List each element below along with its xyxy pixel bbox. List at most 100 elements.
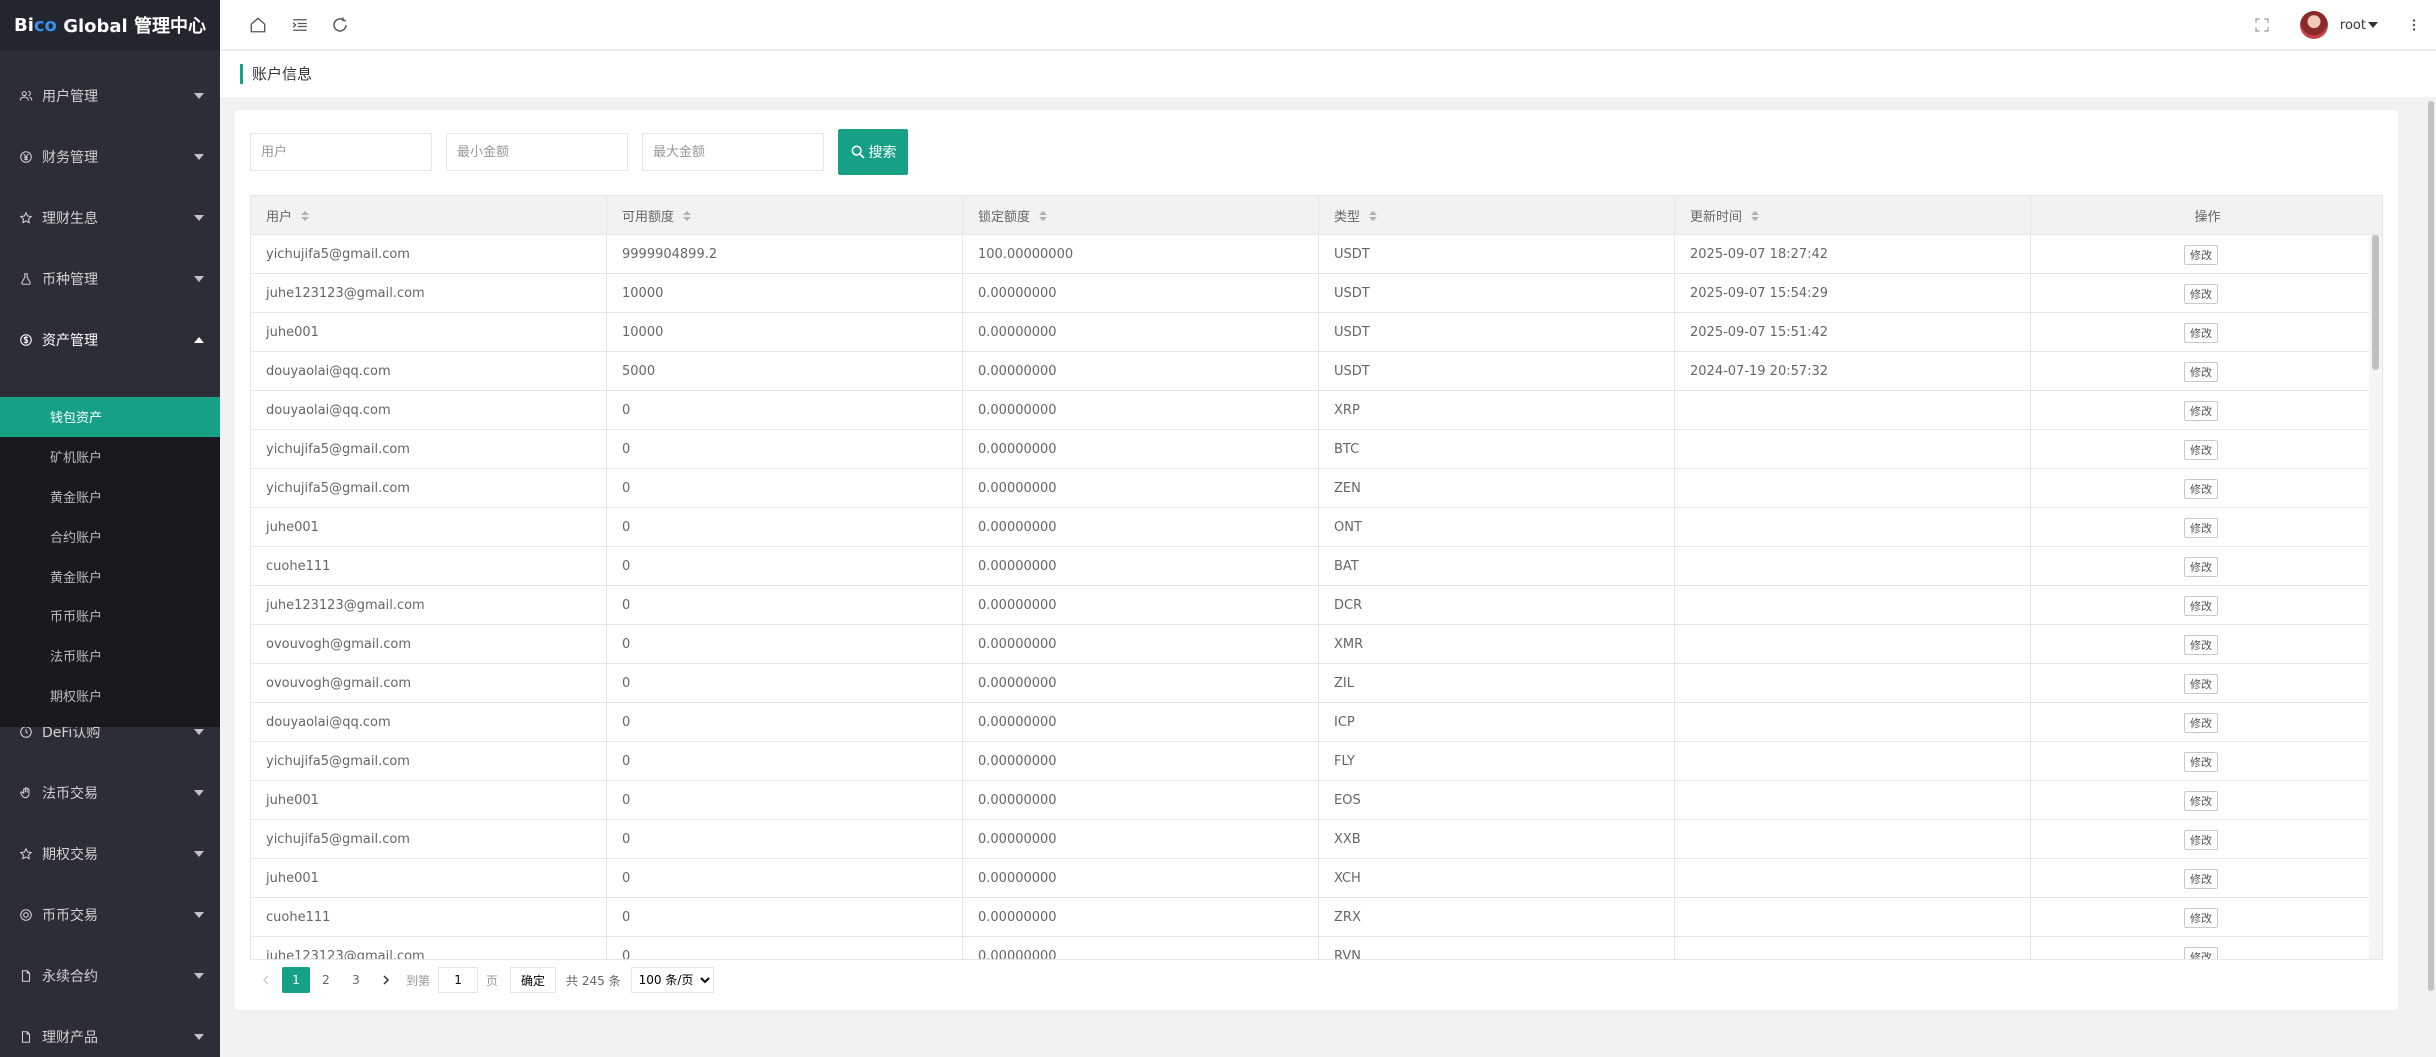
sidebar-group-5[interactable]: 资产管理 [0, 315, 220, 365]
cell-actions: 修改 [2031, 235, 2371, 274]
edit-button[interactable]: 修改 [2184, 868, 2218, 889]
edit-button[interactable]: 修改 [2184, 400, 2218, 421]
sidebar-subitem-5[interactable]: 币币账户 [0, 596, 220, 636]
caret-down-icon [194, 729, 204, 735]
sidebar-subitem-1[interactable]: 矿机账户 [0, 437, 220, 477]
sidebar-group-label: 币种管理 [42, 272, 98, 288]
column-header-0[interactable]: 用户 [251, 196, 607, 235]
content-card: 搜索 用户 可用额度 锁定额度 类型 更新时间 操作 yichujifa5@gmail.c… [235, 110, 2398, 1010]
edit-button[interactable]: 修改 [2184, 712, 2218, 733]
table-row: douyaolai@qq.com 0 0.00000000 XRP 修改 [251, 391, 2371, 430]
edit-button[interactable]: 修改 [2184, 907, 2218, 928]
sidebar-group-7[interactable]: 法币交易 [0, 768, 220, 818]
page-size-select[interactable]: 100 条/页 [630, 967, 714, 993]
page-scrollbar-thumb[interactable] [2428, 101, 2434, 991]
refresh-button[interactable] [328, 13, 352, 37]
edit-button[interactable]: 修改 [2184, 595, 2218, 616]
table-row: ovouvogh@gmail.com 0 0.00000000 ZIL 修改 [251, 664, 2371, 703]
sidebar-subitem-6[interactable]: 法币账户 [0, 636, 220, 676]
fullscreen-button[interactable] [2250, 13, 2274, 37]
sidebar-subitem-0[interactable]: 钱包资产 [0, 397, 220, 437]
prev-page-button[interactable] [252, 967, 280, 993]
page-title: 账户信息 [240, 64, 312, 84]
more-button[interactable] [2402, 13, 2426, 37]
sort-icon[interactable] [1039, 210, 1048, 221]
edit-button[interactable]: 修改 [2184, 790, 2218, 811]
edit-button[interactable]: 修改 [2184, 556, 2218, 577]
edit-button[interactable]: 修改 [2184, 751, 2218, 772]
cell-updated [1675, 508, 2031, 547]
cell-updated [1675, 430, 2031, 469]
next-page-button[interactable] [372, 967, 400, 993]
app-logo[interactable]: Bi co Global 管理中心 [0, 0, 220, 50]
sidebar-group-11[interactable]: 理财产品 [0, 1012, 220, 1057]
max-amount-input[interactable] [642, 133, 824, 171]
cell-user: juhe001 [251, 781, 607, 820]
edit-button[interactable]: 修改 [2184, 439, 2218, 460]
cell-user: juhe123123@gmail.com [251, 274, 607, 313]
sidebar-group-10[interactable]: 永续合约 [0, 951, 220, 1001]
cell-available: 0 [607, 664, 963, 703]
table-scrollbar[interactable] [2369, 235, 2382, 959]
logo-prefix: Bi [14, 14, 34, 36]
sidebar-subitem-4[interactable]: 黄金账户 [0, 556, 220, 596]
cell-updated [1675, 898, 2031, 937]
goto-page-input[interactable] [438, 967, 479, 993]
sidebar-group-8[interactable]: 期权交易 [0, 829, 220, 879]
user-filter-input[interactable] [250, 133, 432, 171]
sidebar-subitem-2[interactable]: 黄金账户 [0, 477, 220, 517]
cell-available: 10000 [607, 313, 963, 352]
column-header-label: 用户 [266, 210, 293, 225]
edit-button[interactable]: 修改 [2184, 673, 2218, 694]
table-row: juhe123123@gmail.com 0 0.00000000 DCR 修改 [251, 586, 2371, 625]
edit-button[interactable]: 修改 [2184, 829, 2218, 850]
sidebar-group-3[interactable]: 理财生息 [0, 193, 220, 243]
edit-button[interactable]: 修改 [2184, 322, 2218, 343]
cell-locked: 0.00000000 [963, 391, 1319, 430]
sidebar-group-4[interactable]: 币种管理 [0, 254, 220, 304]
page-1-button[interactable]: 1 [282, 967, 310, 993]
page-3-button[interactable]: 3 [342, 967, 370, 993]
cell-locked: 0.00000000 [963, 469, 1319, 508]
scrollbar-thumb[interactable] [2372, 235, 2379, 370]
edit-button[interactable]: 修改 [2184, 946, 2218, 959]
edit-button[interactable]: 修改 [2184, 244, 2218, 265]
page-2-button[interactable]: 2 [312, 967, 340, 993]
search-button[interactable]: 搜索 [838, 129, 908, 175]
menu-toggle-button[interactable] [288, 13, 312, 37]
chevron-left-icon [262, 975, 269, 985]
sort-icon[interactable] [1369, 210, 1378, 221]
edit-button[interactable]: 修改 [2184, 517, 2218, 538]
yen-icon [18, 149, 34, 165]
min-amount-input[interactable] [446, 133, 628, 171]
caret-down-icon [194, 1034, 204, 1040]
edit-button[interactable]: 修改 [2184, 283, 2218, 304]
column-header-1[interactable]: 可用额度 [607, 196, 963, 235]
coin-icon [18, 907, 34, 923]
sort-icon[interactable] [1751, 210, 1760, 221]
column-header-3[interactable]: 类型 [1319, 196, 1675, 235]
sidebar-group-9[interactable]: 币币交易 [0, 890, 220, 940]
edit-button[interactable]: 修改 [2184, 361, 2218, 382]
cell-updated [1675, 703, 2031, 742]
sidebar-subitem-7[interactable]: 期权账户 [0, 676, 220, 716]
user-menu[interactable]: root [2299, 11, 2378, 39]
cell-user: yichujifa5@gmail.com [251, 235, 607, 274]
cell-available: 9999904899.2 [607, 235, 963, 274]
home-button[interactable] [246, 13, 270, 37]
sort-icon[interactable] [683, 210, 692, 221]
sort-icon[interactable] [301, 210, 310, 221]
sidebar-group-2[interactable]: 财务管理 [0, 132, 220, 182]
goto-confirm-button[interactable]: 确定 [510, 967, 557, 993]
sidebar-subitem-3[interactable]: 合约账户 [0, 516, 220, 556]
page-scrollbar[interactable] [2426, 97, 2436, 997]
edit-button[interactable]: 修改 [2184, 478, 2218, 499]
sidebar-group-1[interactable]: 用户管理 [0, 71, 220, 121]
column-header-label: 锁定额度 [978, 210, 1031, 225]
table-body[interactable]: yichujifa5@gmail.com 9999904899.2 100.0000… [251, 235, 2371, 959]
column-header-4[interactable]: 更新时间 [1675, 196, 2031, 235]
column-header-2[interactable]: 锁定额度 [963, 196, 1319, 235]
cell-type: XMR [1319, 625, 1675, 664]
edit-button[interactable]: 修改 [2184, 634, 2218, 655]
table-row: yichujifa5@gmail.com 9999904899.2 100.0000… [251, 235, 2371, 274]
